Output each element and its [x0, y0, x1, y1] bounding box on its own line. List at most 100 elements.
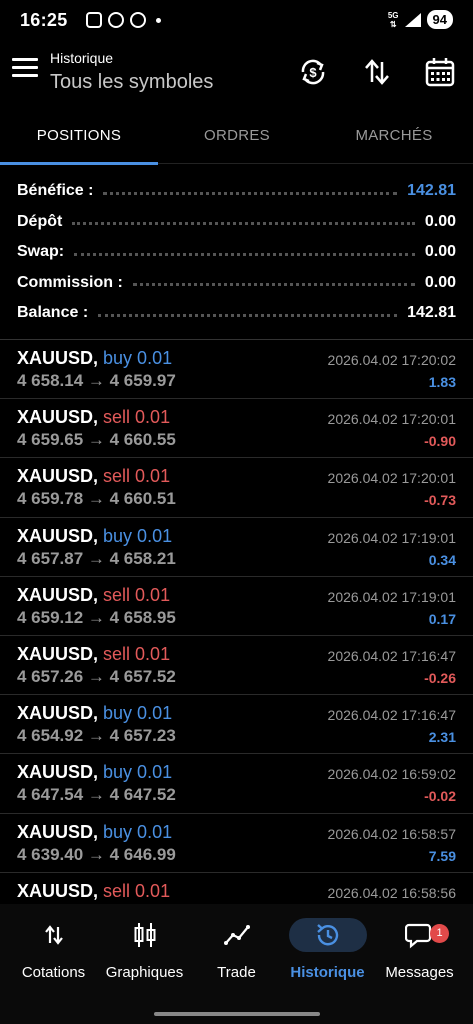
deal-side: sell 0.01: [103, 466, 171, 487]
deal-profit: 1.83: [428, 374, 456, 390]
deal-prices: 4 659.65 → 4 660.55: [17, 430, 176, 450]
bottom-navigation: Cotations Graphiques Trade Historique 1 …: [0, 904, 473, 1024]
deal-time: 2026.04.02 17:19:01: [327, 529, 456, 546]
deal-prices: 4 654.92 → 4 657.23: [17, 726, 176, 746]
deal-symbol: XAUUSD, sell 0.01: [17, 644, 170, 665]
deal-profit: 0.34: [428, 551, 456, 568]
summary-label: Commission :: [17, 273, 123, 291]
deal-row[interactable]: XAUUSD, sell 0.01 4 659.12 → 4 658.95 20…: [0, 577, 473, 636]
deal-time: 2026.04.02 16:58:57: [327, 825, 456, 842]
deal-row[interactable]: XAUUSD, buy 0.01 4 658.14 → 4 659.97 202…: [0, 340, 473, 400]
tab-ordres[interactable]: ORDRES: [158, 112, 316, 162]
status-bar: 16:25 5G ⇅ 94: [0, 0, 473, 42]
summary-row-commission: Commission : 0.00: [0, 268, 473, 299]
currency-exchange-button[interactable]: $: [297, 56, 329, 88]
nav-label: Graphiques: [105, 964, 184, 981]
summary-label: Swap:: [17, 243, 65, 261]
home-indicator[interactable]: [154, 1012, 320, 1016]
deal-symbol: XAUUSD, buy 0.01: [17, 703, 172, 724]
nav-label: Cotations: [21, 964, 86, 981]
nav-cotations[interactable]: Cotations: [6, 918, 101, 981]
calendar-button[interactable]: [424, 56, 456, 88]
network-indicator: 5G ⇅: [387, 10, 399, 29]
tab-marches[interactable]: MARCHÉS: [315, 112, 473, 162]
svg-text:$: $: [309, 65, 317, 80]
leader-dots: [74, 252, 415, 256]
deal-row[interactable]: XAUUSD, sell 0.01 4 659.78 → 4 660.51 20…: [0, 458, 473, 518]
tab-positions[interactable]: POSITIONS: [0, 112, 158, 162]
deal-side: buy 0.01: [103, 525, 173, 546]
deal-time: 2026.04.02 17:20:01: [327, 470, 456, 487]
deal-profit: -0.02: [424, 788, 456, 805]
history-tabs: POSITIONS ORDRES MARCHÉS: [0, 112, 473, 165]
battery-indicator: 94: [426, 10, 453, 29]
deal-prices: 4 659.78 → 4 660.51: [17, 489, 176, 509]
deal-time: 2026.04.02 16:58:56: [327, 884, 456, 901]
settings-icon: [108, 12, 124, 28]
deal-time: 2026.04.02 17:16:47: [327, 707, 456, 724]
nav-label: Historique: [290, 964, 365, 981]
nav-historique[interactable]: Historique: [280, 918, 375, 981]
deal-profit: -0.26: [424, 669, 456, 686]
deal-side: buy 0.01: [103, 762, 173, 783]
leader-dots: [103, 191, 398, 195]
status-time: 16:25: [20, 10, 68, 30]
deal-side: sell 0.01: [103, 407, 171, 428]
summary-label: Dépôt: [17, 212, 63, 230]
nav-label: Trade: [217, 964, 256, 981]
sort-button[interactable]: [361, 56, 393, 88]
screenshot-icon: [86, 12, 102, 28]
symbol-text: XAUUSD,: [17, 880, 99, 901]
summary-value: 0.00: [424, 273, 456, 291]
deal-row[interactable]: XAUUSD, sell 0.01 4 657.26 → 4 657.52 20…: [0, 636, 473, 696]
summary-value: 0.00: [424, 243, 456, 261]
symbol-text: XAUUSD,: [17, 348, 99, 368]
active-tab-indicator: [0, 162, 158, 165]
deal-row[interactable]: XAUUSD, buy 0.01 4 657.87 → 4 658.21 202…: [0, 518, 473, 577]
deal-symbol: XAUUSD, sell 0.01: [17, 466, 170, 487]
deal-time: 2026.04.02 17:19:01: [327, 588, 456, 605]
trend-line-icon: [217, 918, 257, 952]
nav-graphiques[interactable]: Graphiques: [97, 918, 192, 981]
leader-dots: [98, 313, 398, 317]
deal-side: buy 0.01: [103, 703, 173, 724]
deal-symbol: XAUUSD, buy 0.01: [17, 822, 172, 843]
deal-time: 2026.04.02 17:16:47: [327, 647, 456, 664]
whatsapp-icon: [130, 12, 146, 28]
deal-row[interactable]: XAUUSD, buy 0.01 4 647.54 → 4 647.52 202…: [0, 754, 473, 814]
deal-symbol: XAUUSD, buy 0.01: [17, 762, 172, 783]
deal-profit: -0.73: [424, 492, 456, 509]
symbol-text: XAUUSD,: [17, 643, 99, 664]
summary-value: 142.81: [407, 304, 456, 322]
summary-row-swap: Swap: 0.00: [0, 237, 473, 268]
deal-prices: 4 657.26 → 4 657.52: [17, 666, 176, 686]
symbol-filter[interactable]: Tous les symboles: [50, 71, 213, 94]
system-indicators: 5G ⇅ 94: [388, 10, 453, 29]
notification-icons: [86, 12, 161, 28]
deal-prices: 4 657.87 → 4 658.21: [17, 548, 176, 568]
summary-row-benefice: Bénéfice : 142.81: [0, 176, 473, 207]
deal-row[interactable]: XAUUSD, buy 0.01 4 654.92 → 4 657.23 202…: [0, 695, 473, 755]
deal-symbol: XAUUSD, sell 0.01: [17, 881, 170, 902]
deal-side: buy 0.01: [103, 348, 173, 368]
deal-prices: 4 647.54 → 4 647.52: [17, 785, 176, 805]
nav-label: Messages: [385, 964, 454, 981]
deal-row[interactable]: XAUUSD, buy 0.01 4 639.40 → 4 646.99 202…: [0, 814, 473, 873]
deal-profit: 7.59: [428, 847, 456, 864]
nav-trade[interactable]: Trade: [189, 918, 284, 981]
menu-icon[interactable]: [12, 58, 38, 80]
network-label: 5G: [387, 10, 399, 20]
symbol-text: XAUUSD,: [17, 584, 99, 605]
deal-prices: 4 658.14 → 4 659.97: [17, 371, 176, 390]
symbol-text: XAUUSD,: [17, 466, 99, 487]
deal-symbol: XAUUSD, buy 0.01: [17, 526, 172, 547]
nav-messages[interactable]: 1 Messages: [372, 918, 467, 981]
deal-row[interactable]: XAUUSD, sell 0.01 4 659.65 → 4 660.55 20…: [0, 399, 473, 459]
deal-time: 2026.04.02 16:59:02: [327, 766, 456, 783]
leader-dots: [72, 222, 415, 226]
candlestick-icon: [125, 918, 165, 952]
page-title: Historique: [50, 50, 114, 66]
deal-prices: 4 659.12 → 4 658.95: [17, 607, 176, 627]
summary-label: Balance :: [17, 304, 89, 322]
sort-arrows-icon: [365, 59, 389, 85]
